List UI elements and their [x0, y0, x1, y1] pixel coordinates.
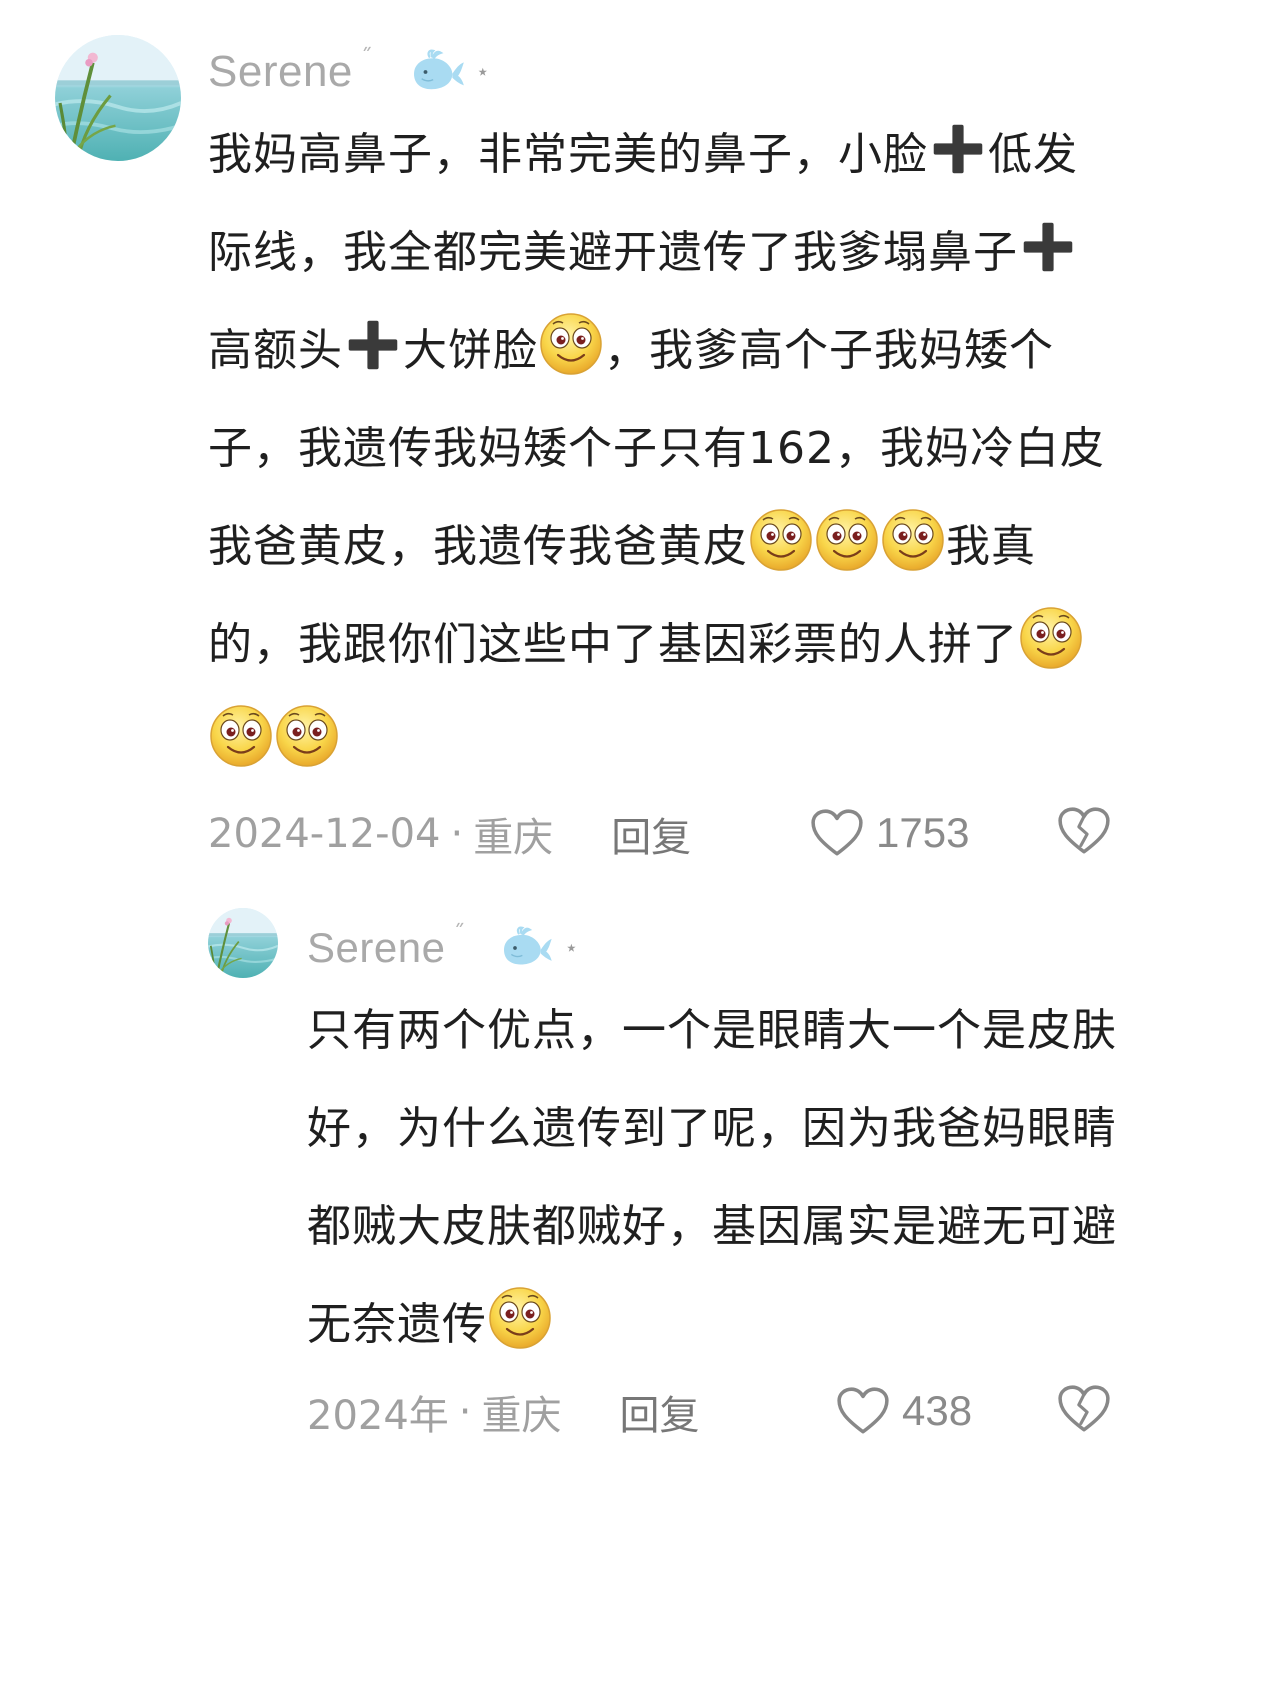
- whale-icon: [408, 49, 466, 95]
- comment-text-part: 大饼脸: [403, 325, 538, 376]
- dislike-button[interactable]: [1057, 1384, 1111, 1434]
- avatar-image: [55, 35, 181, 161]
- smile-emoji-icon: [209, 703, 273, 767]
- comment-date: 2024年: [307, 1393, 449, 1439]
- user-avatar[interactable]: [208, 908, 278, 978]
- broken-heart-icon: [1057, 806, 1111, 856]
- like-count: 1753: [876, 809, 970, 856]
- username-mark: ˝: [360, 45, 372, 71]
- smile-emoji-icon: [815, 507, 879, 571]
- reply-button[interactable]: 回复: [611, 805, 691, 863]
- comment-meta: 2024-12-04 · 重庆 回复: [208, 806, 691, 862]
- comment-text-part: 只有两个优点，一个是眼睛大一个是皮肤好，为什么遗传到了呢，因为我爸妈眼睛都贼大皮…: [307, 1005, 1117, 1350]
- meta-separator: ·: [450, 811, 464, 857]
- reply-button[interactable]: 回复: [620, 1383, 700, 1441]
- whale-icon: [498, 926, 554, 970]
- user-avatar[interactable]: [55, 35, 181, 161]
- star-icon: ⋆: [475, 59, 490, 85]
- star-icon: ⋆: [564, 935, 579, 961]
- dislike-button[interactable]: [1057, 806, 1111, 856]
- broken-heart-icon: [1057, 1384, 1111, 1434]
- plus-icon: [930, 121, 986, 177]
- username[interactable]: Serene: [208, 47, 353, 97]
- comment-header: Serene ˝ ⋆: [208, 46, 490, 98]
- username[interactable]: Serene: [307, 924, 445, 972]
- comment-location: 重庆: [473, 815, 554, 861]
- like-button[interactable]: 438: [836, 1382, 972, 1440]
- username-mark: ˝: [453, 921, 465, 947]
- comment-text: 我妈高鼻子，非常完美的鼻子，小脸 低发际线，我全都完美避开遗传了我爹塌鼻子 高额头大…: [208, 106, 1120, 792]
- smile-emoji-icon: [488, 1285, 552, 1349]
- comment-date: 2024-12-04: [208, 811, 441, 857]
- comment-location: 重庆: [481, 1393, 562, 1439]
- heart-outline-icon: [810, 808, 864, 858]
- smile-emoji-icon: [539, 311, 603, 375]
- meta-separator: ·: [458, 1389, 472, 1435]
- smile-emoji-icon: [881, 507, 945, 571]
- plus-icon: [345, 317, 401, 373]
- avatar-image: [208, 908, 278, 978]
- plus-icon: [1020, 219, 1076, 275]
- comment-text-part: 我妈高鼻子，非常完美的鼻子，小脸: [208, 129, 928, 180]
- like-count: 438: [902, 1387, 973, 1434]
- comment-text: 只有两个优点，一个是眼睛大一个是皮肤好，为什么遗传到了呢，因为我爸妈眼睛都贼大皮…: [307, 982, 1119, 1374]
- comment-header: Serene ˝ ⋆: [307, 922, 578, 974]
- like-button[interactable]: 1753: [810, 804, 969, 862]
- comment-text-part: 高额头: [208, 325, 343, 376]
- smile-emoji-icon: [1019, 605, 1083, 669]
- comment-meta: 2024年 · 重庆 回复: [307, 1384, 700, 1440]
- smile-emoji-icon: [749, 507, 813, 571]
- heart-outline-icon: [836, 1386, 890, 1436]
- smile-emoji-icon: [275, 703, 339, 767]
